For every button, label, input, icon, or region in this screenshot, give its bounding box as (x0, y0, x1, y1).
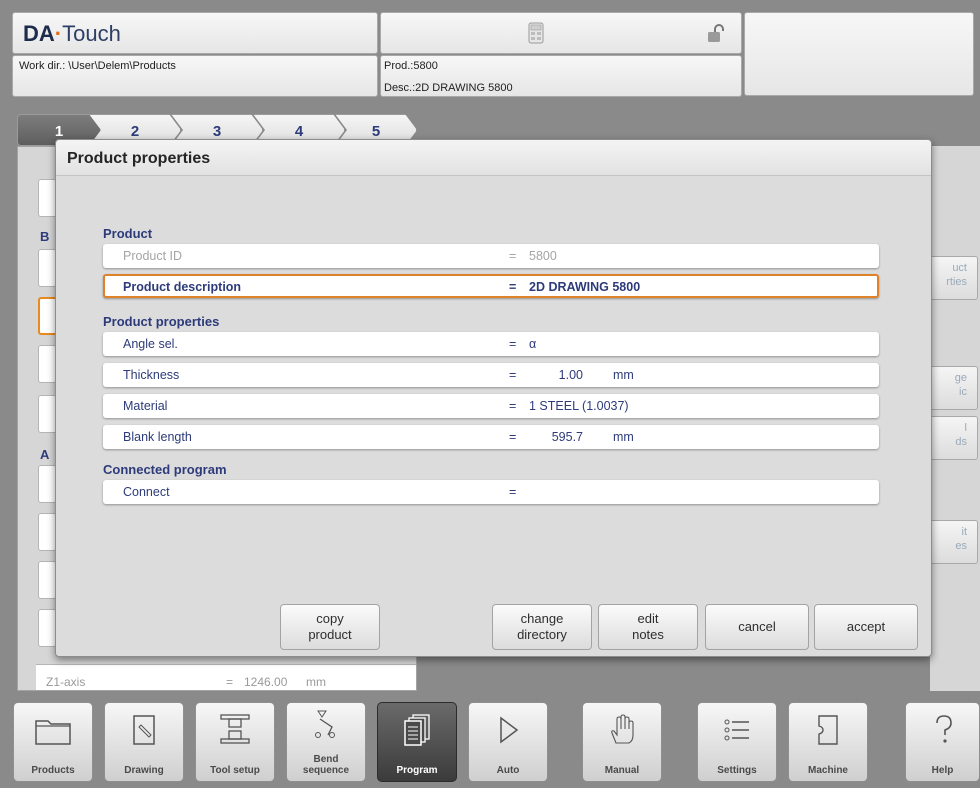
side-button-edit[interactable]: it es (930, 520, 978, 564)
section-connected-program: Connected program (103, 462, 227, 477)
drawing-icon (105, 713, 183, 747)
nav-machine-label: Machine (807, 765, 848, 776)
nav-bend-sequence-button[interactable]: Bend sequence (286, 702, 366, 782)
nav-bend-label-2: sequence (302, 765, 350, 776)
product-description-header: Desc.:2D DRAWING 5800 (384, 82, 513, 94)
z1-axis-row[interactable]: Z1-axis = 1246.00 mm (36, 664, 416, 690)
nav-machine-button[interactable]: Machine (788, 702, 868, 782)
nav-settings-button[interactable]: Settings (697, 702, 777, 782)
calculator-icon[interactable] (528, 22, 544, 49)
nav-bend-label-1: Bend (313, 754, 339, 765)
nav-settings-label: Settings (717, 765, 757, 776)
press-tool-icon (196, 713, 274, 747)
connect-eq: = (509, 485, 517, 499)
nav-program-label: Program (396, 765, 438, 776)
folder-icon (14, 713, 92, 747)
thickness-row[interactable]: Thickness = 1.00 mm (103, 363, 879, 387)
thickness-unit: mm (613, 368, 634, 382)
side-button-product-properties[interactable]: uct rties (930, 256, 978, 300)
product-description-row[interactable]: Product description = 2D DRAWING 5800 (103, 274, 879, 298)
edit-notes-button[interactable]: edit notes (598, 604, 698, 650)
play-icon (469, 713, 547, 747)
material-eq: = (509, 399, 517, 413)
z1-axis-value: 1246.00 (244, 675, 288, 689)
blank-length-eq: = (509, 430, 517, 444)
material-row[interactable]: Material = 1 STEEL (1.0037) (103, 394, 879, 418)
product-id-value: 5800 (529, 249, 557, 263)
angle-sel-label: Angle sel. (123, 337, 178, 351)
thickness-eq: = (509, 368, 517, 382)
header-right-panel (744, 12, 974, 96)
help-icon (906, 713, 979, 747)
nav-manual-label: Manual (604, 765, 640, 776)
nav-help-button[interactable]: Help (905, 702, 980, 782)
nav-auto-label: Auto (496, 765, 520, 776)
blank-length-value: 595.7 (551, 430, 583, 444)
z1-axis-unit: mm (306, 675, 326, 689)
z1-axis-eq: = (226, 675, 234, 689)
z1-axis-label: Z1-axis (46, 675, 86, 689)
product-id-label: Product ID (123, 249, 183, 263)
section-label: B (40, 229, 50, 244)
product-id-eq: = (509, 249, 517, 263)
nav-drawing-button[interactable]: Drawing (104, 702, 184, 782)
thickness-value: 1.00 (558, 368, 583, 382)
section-product: Product (103, 226, 153, 241)
product-number: Prod.:5800 (384, 60, 438, 72)
thickness-label: Thickness (123, 368, 180, 382)
status-icon-panel (380, 12, 742, 54)
angle-sel-row[interactable]: Angle sel. = α (103, 332, 879, 356)
nav-products-label: Products (31, 765, 75, 776)
nav-auto-button[interactable]: Auto (468, 702, 548, 782)
nav-tool-setup-label: Tool setup (210, 765, 260, 776)
program-pages-icon (378, 713, 456, 747)
cancel-button[interactable]: cancel (705, 604, 809, 650)
product-description-label: Product description (123, 280, 242, 294)
change-directory-button[interactable]: change directory (492, 604, 592, 650)
material-label: Material (123, 399, 168, 413)
blank-length-unit: mm (613, 430, 634, 444)
logo-panel: DA·Touch (12, 12, 378, 54)
dialog-title-bar: Product properties (56, 140, 931, 176)
angle-sel-value: α (529, 337, 537, 351)
bend-sequence-icon (287, 707, 365, 741)
side-button-fields[interactable]: l ds (930, 416, 978, 460)
product-properties-dialog: Product properties Product Product ID = … (55, 139, 932, 657)
connect-label: Connect (123, 485, 170, 499)
unlock-icon[interactable] (707, 24, 725, 49)
product-description-value: 2D DRAWING 5800 (529, 280, 641, 294)
nav-tool-setup-button[interactable]: Tool setup (195, 702, 275, 782)
nav-products-button[interactable]: Products (13, 702, 93, 782)
side-button-change-graphic[interactable]: ge ic (930, 366, 978, 410)
settings-list-icon (698, 713, 776, 747)
nav-help-label: Help (931, 765, 954, 776)
product-info-panel: Prod.:5800 Desc.:2D DRAWING 5800 (380, 55, 742, 97)
work-directory-panel: Work dir.: \User\Delem\Products (12, 55, 378, 97)
machine-icon (789, 713, 867, 747)
nav-manual-button[interactable]: Manual (582, 702, 662, 782)
da-touch-logo: DA·Touch (23, 21, 121, 46)
nav-program-button[interactable]: Program (377, 702, 457, 782)
section-label: A (40, 447, 50, 462)
dialog-title: Product properties (67, 150, 211, 167)
copy-product-button[interactable]: copy product (280, 604, 380, 650)
connect-row[interactable]: Connect = (103, 480, 879, 504)
nav-drawing-label: Drawing (124, 765, 164, 776)
product-description-eq: = (509, 280, 517, 294)
accept-button[interactable]: accept (814, 604, 918, 650)
section-product-properties: Product properties (103, 314, 220, 329)
blank-length-label: Blank length (123, 430, 192, 444)
hand-icon (583, 713, 661, 747)
material-value: 1 STEEL (1.0037) (529, 399, 629, 413)
work-directory-text: Work dir.: \User\Delem\Products (19, 60, 176, 72)
product-id-row[interactable]: Product ID = 5800 (103, 244, 879, 268)
angle-sel-eq: = (509, 337, 517, 351)
blank-length-row[interactable]: Blank length = 595.7 mm (103, 425, 879, 449)
